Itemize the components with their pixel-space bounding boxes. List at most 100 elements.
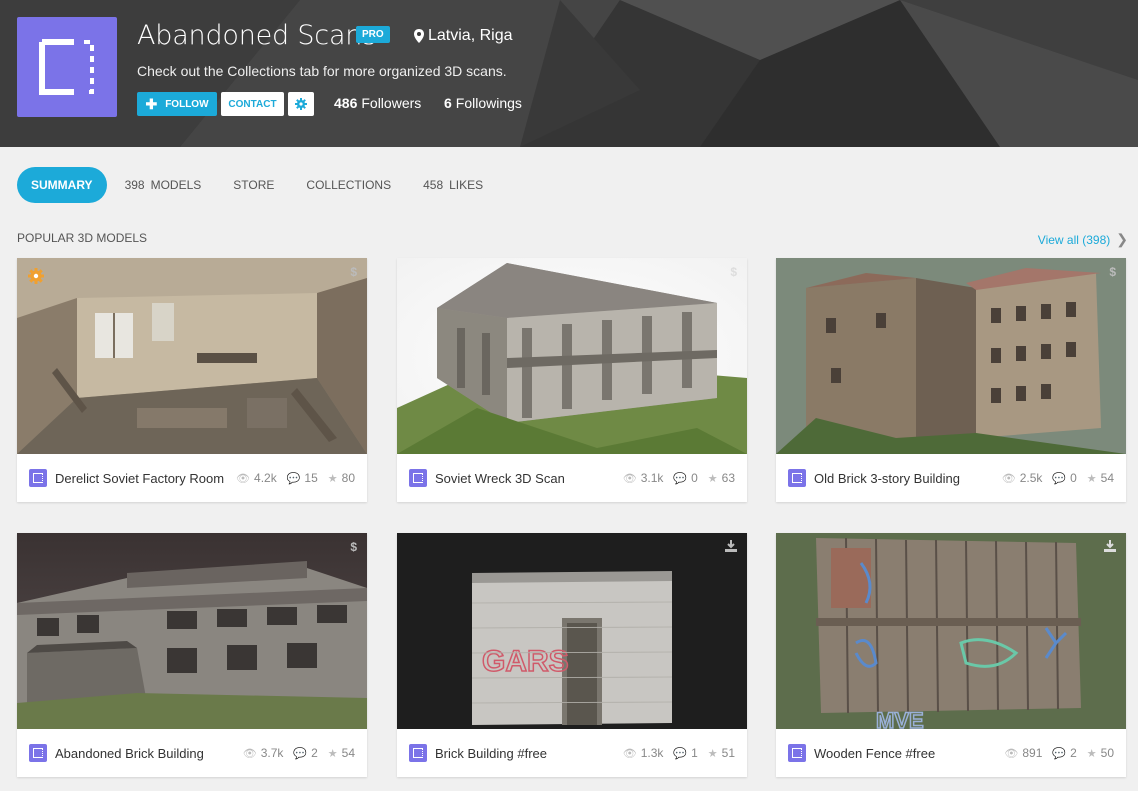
staff-pick-icon xyxy=(28,268,44,284)
model-card-footer: Brick Building #free 👁 1.3k 💬 1 ★ 51 xyxy=(397,729,747,777)
star-icon: ★ xyxy=(327,747,338,760)
eye-icon: 👁 xyxy=(236,472,251,485)
star-icon: ★ xyxy=(707,472,718,485)
tab-collections[interactable]: COLLECTIONS xyxy=(306,178,391,192)
like-count: 63 xyxy=(721,471,735,485)
model-stats: 👁 4.2k 💬 15 ★ 80 xyxy=(230,471,355,485)
model-thumbnail[interactable]: MVE xyxy=(776,533,1126,729)
profile-header: Abandoned Scans PRO Latvia, Riga Check o… xyxy=(0,0,1138,147)
model-card-footer: Old Brick 3-story Building 👁 2.5k 💬 0 ★ 54 xyxy=(776,454,1126,502)
view-count: 4.2k xyxy=(254,471,277,485)
model-thumbnail[interactable]: $ xyxy=(776,258,1126,454)
comment-icon: 💬 xyxy=(1052,472,1067,485)
map-pin-icon xyxy=(414,29,424,43)
model-title[interactable]: Wooden Fence #free xyxy=(814,746,998,761)
tab-likes[interactable]: 458 LIKES xyxy=(423,178,483,192)
like-count: 50 xyxy=(1100,746,1114,760)
eye-icon: 👁 xyxy=(622,747,637,760)
pro-badge: PRO xyxy=(356,26,390,43)
model-card-footer: Soviet Wreck 3D Scan 👁 3.1k 💬 0 ★ 63 xyxy=(397,454,747,502)
settings-button[interactable] xyxy=(288,92,314,116)
tab-summary[interactable]: SUMMARY xyxy=(17,167,107,203)
followings-stat[interactable]: 6 Followings xyxy=(444,95,522,111)
likes-count: 458 xyxy=(423,178,444,192)
star-icon: ★ xyxy=(1086,747,1097,760)
tab-models[interactable]: 398 MODELS xyxy=(125,178,202,192)
view-count: 3.7k xyxy=(260,746,284,760)
models-count: 398 xyxy=(124,178,145,192)
model-title[interactable]: Abandoned Brick Building xyxy=(55,746,237,761)
model-card[interactable]: GARS Brick Building #free 👁 1.3k 💬 1 ★ 51 xyxy=(397,533,747,777)
author-avatar[interactable] xyxy=(788,469,806,487)
comment-count: 2 xyxy=(311,746,318,760)
like-count: 54 xyxy=(341,746,355,760)
followers-stat[interactable]: 486 Followers xyxy=(334,95,421,111)
profile-tabs: SUMMARY 398 MODELS STORE COLLECTIONS 458… xyxy=(17,167,515,203)
svg-text:GARS: GARS xyxy=(482,645,569,678)
followings-label: Followings xyxy=(455,95,522,111)
model-stats: 👁 891 💬 2 ★ 50 xyxy=(998,746,1114,760)
likes-label: LIKES xyxy=(449,178,484,192)
author-avatar[interactable] xyxy=(29,744,47,762)
profile-avatar[interactable] xyxy=(17,17,117,117)
view-count: 1.3k xyxy=(640,746,664,760)
model-stats: 👁 3.7k 💬 2 ★ 54 xyxy=(237,746,355,760)
model-card[interactable]: $ Derelict Soviet Factory Room 👁 4.2k 💬 15… xyxy=(17,258,367,502)
price-icon: $ xyxy=(1109,265,1116,279)
chevron-right-icon: ❯ xyxy=(1116,231,1128,247)
like-count: 80 xyxy=(341,471,355,485)
download-icon[interactable] xyxy=(725,540,737,552)
view-count: 2.5k xyxy=(1019,471,1043,485)
star-icon: ★ xyxy=(707,747,718,760)
model-card[interactable]: $ Soviet Wreck 3D Scan 👁 3.1k 💬 0 ★ 63 xyxy=(397,258,747,502)
gear-icon xyxy=(295,98,307,110)
comment-count: 1 xyxy=(691,746,698,760)
model-thumbnail[interactable]: $ xyxy=(17,258,367,454)
model-thumbnail[interactable]: $ xyxy=(17,533,367,729)
like-count: 54 xyxy=(1100,471,1114,485)
author-avatar[interactable] xyxy=(29,469,47,487)
comment-icon: 💬 xyxy=(286,472,301,485)
comment-icon: 💬 xyxy=(1052,747,1067,760)
star-icon: ★ xyxy=(327,472,338,485)
like-count: 51 xyxy=(721,746,735,760)
star-icon: ★ xyxy=(1086,472,1097,485)
model-card[interactable]: $ Abandoned Brick Building 👁 3.7k 💬 2 ★ 54 xyxy=(17,533,367,777)
model-thumbnail[interactable]: $ xyxy=(397,258,747,454)
price-icon: $ xyxy=(730,265,737,279)
model-thumbnail[interactable]: GARS xyxy=(397,533,747,729)
view-count: 3.1k xyxy=(640,471,664,485)
avatar-logo-icon xyxy=(39,39,94,95)
model-card[interactable]: MVE Wooden Fence #free 👁 891 💬 2 ★ 50 xyxy=(776,533,1126,777)
author-avatar[interactable] xyxy=(409,744,427,762)
model-title[interactable]: Brick Building #free xyxy=(435,746,617,761)
author-avatar[interactable] xyxy=(409,469,427,487)
models-label: MODELS xyxy=(150,178,202,192)
followers-label: Followers xyxy=(361,95,422,111)
model-stats: 👁 2.5k 💬 0 ★ 54 xyxy=(996,471,1114,485)
follow-label: FOLLOW xyxy=(165,98,209,110)
followers-count: 486 xyxy=(334,95,358,111)
model-title[interactable]: Soviet Wreck 3D Scan xyxy=(435,471,617,486)
model-card[interactable]: $ Old Brick 3-story Building 👁 2.5k 💬 0 ★ 5… xyxy=(776,258,1126,502)
profile-bio: Check out the Collections tab for more o… xyxy=(137,63,507,79)
download-icon[interactable] xyxy=(1104,540,1116,552)
svg-text:MVE: MVE xyxy=(876,708,924,729)
model-title[interactable]: Old Brick 3-story Building xyxy=(814,471,996,486)
price-icon: $ xyxy=(350,265,357,279)
comment-count: 15 xyxy=(304,471,318,485)
model-title[interactable]: Derelict Soviet Factory Room xyxy=(55,471,230,486)
view-count: 891 xyxy=(1022,746,1043,760)
author-avatar[interactable] xyxy=(788,744,806,762)
model-card-footer: Wooden Fence #free 👁 891 💬 2 ★ 50 xyxy=(776,729,1126,777)
comment-count: 0 xyxy=(691,471,698,485)
view-all-link[interactable]: View all (398) ❯ xyxy=(1038,231,1128,248)
eye-icon: 👁 xyxy=(1004,747,1019,760)
model-stats: 👁 3.1k 💬 0 ★ 63 xyxy=(617,471,735,485)
follow-button[interactable]: ✚ FOLLOW xyxy=(137,92,217,116)
contact-button[interactable]: CONTACT xyxy=(221,92,284,116)
comment-icon: 💬 xyxy=(673,472,688,485)
tab-store[interactable]: STORE xyxy=(233,178,274,192)
price-icon: $ xyxy=(350,540,357,554)
location-label: Latvia, Riga xyxy=(428,27,513,44)
